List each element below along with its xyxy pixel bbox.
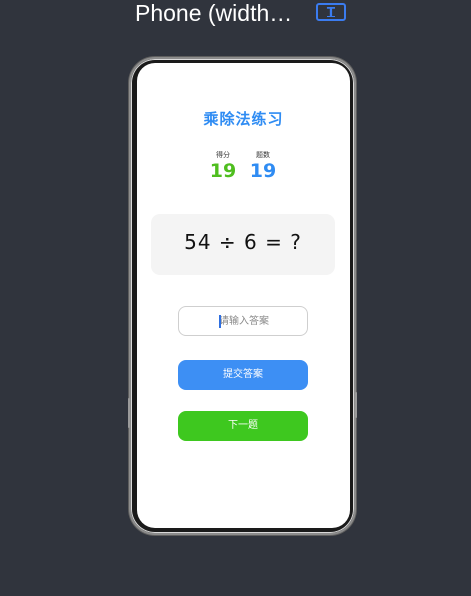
phone-side-button-left [128, 398, 130, 428]
text-mode-icon-glyph: T [326, 5, 336, 19]
answer-input[interactable] [178, 306, 308, 336]
question-text: 54 ÷ 6 = ? [184, 230, 302, 254]
page-title: 乘除法练习 [203, 110, 284, 128]
preview-toolbar: Phone (width… T [0, 0, 471, 26]
question-count-value: 19 [249, 160, 277, 182]
device-size-label[interactable]: Phone (width… [135, 0, 292, 26]
question-count-label: 题数 [256, 151, 270, 159]
score-label: 得分 [216, 151, 230, 159]
score-block: 得分 19 [208, 151, 238, 182]
score-value: 19 [209, 160, 237, 182]
phone-side-button-right [355, 392, 357, 418]
text-mode-toggle-icon[interactable]: T [316, 3, 346, 21]
phone-screen: 乘除法练习 得分 19 题数 19 54 ÷ 6 = ? 提交答案 下一题 [137, 63, 350, 528]
next-question-button[interactable]: 下一题 [178, 411, 308, 441]
question-card: 54 ÷ 6 = ? [151, 214, 335, 275]
submit-answer-button[interactable]: 提交答案 [178, 360, 308, 390]
question-count-block: 题数 19 [248, 151, 278, 182]
text-cursor [219, 315, 221, 328]
